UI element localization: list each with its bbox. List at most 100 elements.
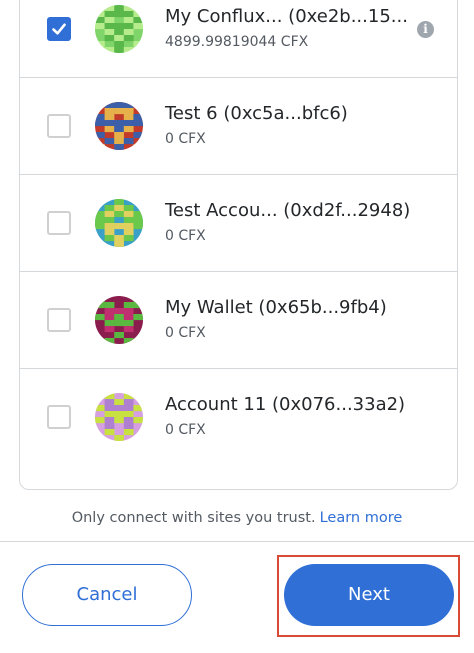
avatar-pixel xyxy=(123,47,134,53)
avatar-pixel xyxy=(123,399,134,406)
avatar-pixel xyxy=(123,223,134,230)
info-icon[interactable]: i xyxy=(417,21,434,38)
avatar-pixel xyxy=(123,314,134,321)
account-checkbox-2[interactable] xyxy=(47,114,71,138)
account-checkbox-4[interactable] xyxy=(47,308,71,332)
learn-more-link[interactable]: Learn more xyxy=(320,510,403,526)
avatar-pixel xyxy=(104,35,115,42)
avatar-pixel xyxy=(104,320,115,327)
avatar-pixel xyxy=(104,138,115,145)
avatar-identicon xyxy=(95,199,143,247)
avatar-pixel xyxy=(123,326,134,333)
avatar-pixel xyxy=(104,308,115,315)
avatar-pixel xyxy=(114,314,124,321)
avatar-pixel xyxy=(114,435,124,441)
avatar-pixel xyxy=(95,11,105,18)
account-row-2[interactable]: Test 6 (0xc5a...bfc6) 0 CFX xyxy=(20,78,457,175)
avatar-pixel xyxy=(123,138,134,145)
avatar-pixel xyxy=(133,211,143,218)
avatar-pixel xyxy=(104,5,115,12)
avatar-pixel xyxy=(95,132,105,139)
avatar-pixel xyxy=(95,217,105,224)
avatar-pixel xyxy=(104,235,115,242)
avatar-pixel xyxy=(114,35,124,42)
account-checkbox-5[interactable] xyxy=(47,405,71,429)
avatar-pixel xyxy=(104,429,115,436)
account-row-4[interactable]: My Wallet (0x65b...9fb4) 0 CFX xyxy=(20,272,457,369)
avatar-pixel xyxy=(104,205,115,212)
account-row-3[interactable]: Test Accou... (0xd2f...2948) 0 CFX xyxy=(20,175,457,272)
avatar-pixel xyxy=(133,23,143,30)
avatar-pixel xyxy=(104,11,115,18)
avatar-pixel xyxy=(114,11,124,18)
account-row-5[interactable]: Account 11 (0x076...33a2) 0 CFX xyxy=(20,369,457,491)
avatar-pixel xyxy=(133,217,143,224)
account-checkbox-1[interactable] xyxy=(47,17,71,41)
checkmark-icon xyxy=(52,23,66,35)
avatar-pixel xyxy=(123,405,134,412)
connect-accounts-screen: My Conflux... (0xe2b...15... 4899.998190… xyxy=(0,0,474,653)
account-balance-3: 0 CFX xyxy=(165,228,206,244)
account-balance-1: 4899.99819044 CFX xyxy=(165,34,309,50)
footer-divider xyxy=(0,541,474,542)
avatar-pixel xyxy=(123,393,134,400)
avatar-pixel xyxy=(123,205,134,212)
avatar-pixel xyxy=(123,23,134,30)
avatar-pixel xyxy=(114,132,124,139)
avatar-pixel xyxy=(114,205,124,212)
trust-notice: Only connect with sites you trust. Learn … xyxy=(0,508,474,528)
avatar-pixel xyxy=(123,29,134,36)
avatar-pixel xyxy=(114,320,124,327)
next-button[interactable]: Next xyxy=(284,564,454,626)
account-name-3: Test Accou... (0xd2f...2948) xyxy=(165,200,411,221)
avatar-identicon xyxy=(95,102,143,150)
avatar-pixel xyxy=(133,114,143,121)
avatar-pixel xyxy=(123,417,134,424)
avatar-pixel xyxy=(114,108,124,115)
avatar-pixel xyxy=(114,126,124,133)
avatar-pixel xyxy=(104,393,115,400)
avatar-pixel xyxy=(114,399,124,406)
avatar-pixel xyxy=(133,120,143,127)
avatar-pixel xyxy=(104,120,115,127)
avatar-pixel xyxy=(104,314,115,321)
avatar-pixel xyxy=(114,5,124,12)
avatar-pixel xyxy=(104,217,115,224)
avatar-pixel xyxy=(123,217,134,224)
account-avatar-1 xyxy=(95,5,143,53)
avatar-pixel xyxy=(123,423,134,430)
avatar-pixel xyxy=(114,199,124,206)
avatar-pixel xyxy=(123,108,134,115)
account-avatar-5 xyxy=(95,393,143,441)
cancel-button[interactable]: Cancel xyxy=(22,564,192,626)
avatar-pixel xyxy=(104,108,115,115)
avatar-pixel xyxy=(114,241,124,247)
account-balance-4: 0 CFX xyxy=(165,325,206,341)
avatar-pixel xyxy=(114,120,124,127)
avatar-identicon xyxy=(95,393,143,441)
avatar-pixel xyxy=(123,229,134,236)
account-name-4: My Wallet (0x65b...9fb4) xyxy=(165,297,387,318)
avatar-pixel xyxy=(123,429,134,436)
avatar-pixel xyxy=(104,223,115,230)
account-balance-2: 0 CFX xyxy=(165,131,206,147)
avatar-pixel xyxy=(95,23,105,30)
account-list: My Conflux... (0xe2b...15... 4899.998190… xyxy=(19,0,458,490)
account-balance-5: 0 CFX xyxy=(165,422,206,438)
avatar-pixel xyxy=(133,132,143,139)
avatar-pixel xyxy=(95,417,105,424)
account-row-1[interactable]: My Conflux... (0xe2b...15... 4899.998190… xyxy=(20,0,457,78)
account-checkbox-3[interactable] xyxy=(47,211,71,235)
account-avatar-3 xyxy=(95,199,143,247)
avatar-pixel xyxy=(133,17,143,24)
account-avatar-2 xyxy=(95,102,143,150)
avatar-pixel xyxy=(133,405,143,412)
avatar-identicon xyxy=(95,296,143,344)
avatar-pixel xyxy=(104,17,115,24)
avatar-pixel xyxy=(114,332,124,339)
avatar-pixel xyxy=(95,314,105,321)
avatar-pixel xyxy=(123,411,134,418)
avatar-pixel xyxy=(123,126,134,133)
avatar-pixel xyxy=(95,120,105,127)
avatar-pixel xyxy=(104,114,115,121)
